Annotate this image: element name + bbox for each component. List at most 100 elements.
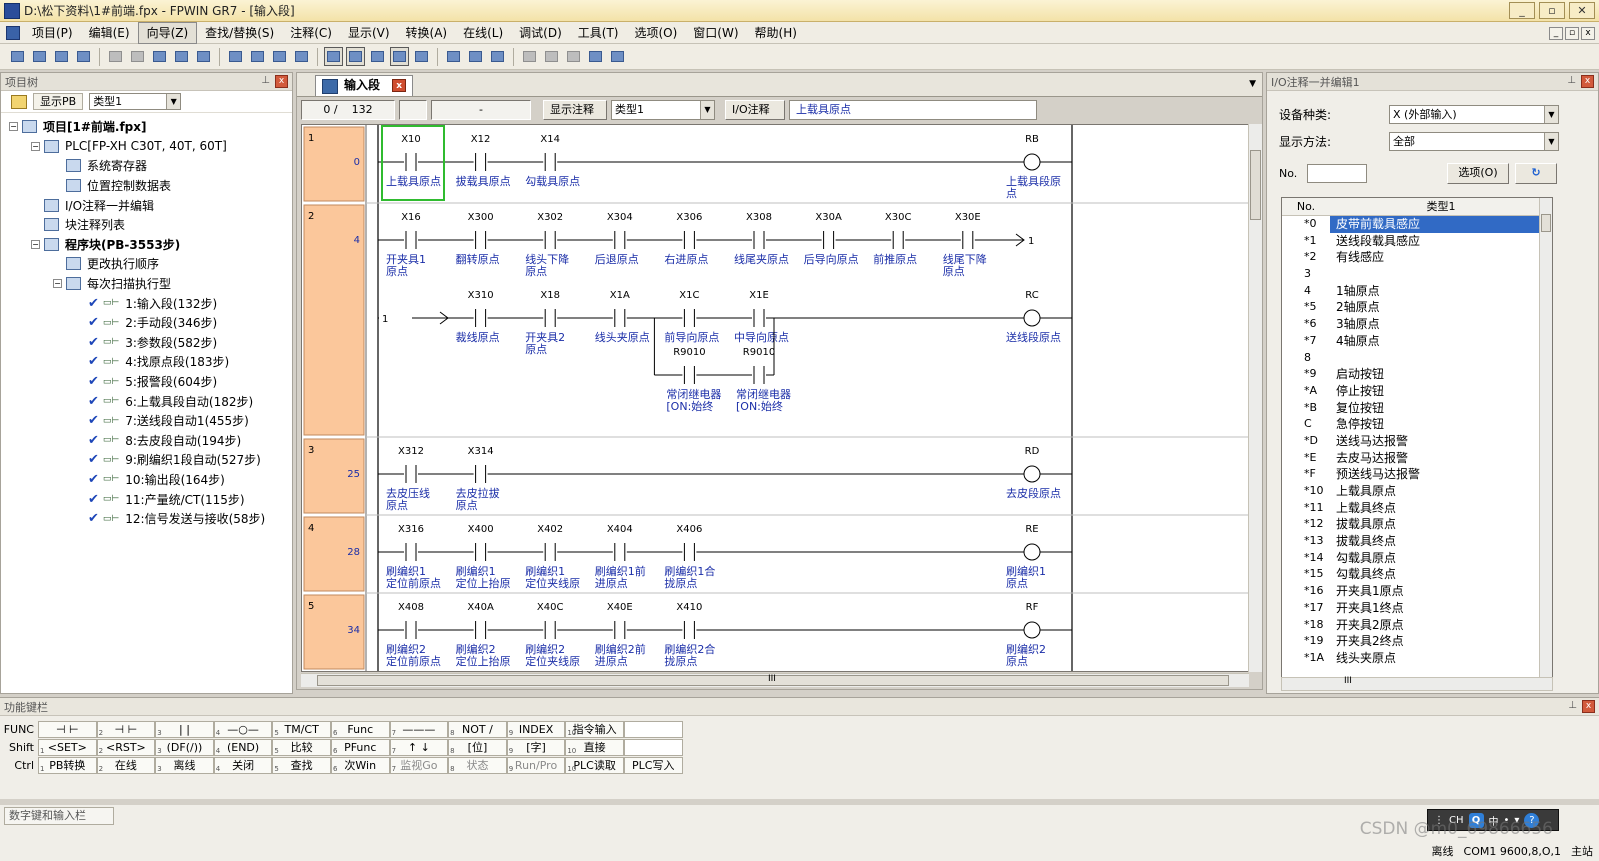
table-row[interactable]: *13 拔载具终点 (1282, 533, 1552, 550)
dropdown-icon[interactable] (608, 47, 627, 66)
refresh-icon[interactable]: ↻ (1515, 163, 1557, 184)
tab-list-icon[interactable]: ▼ (1249, 79, 1256, 89)
menu-item-4[interactable]: 注释(C) (282, 23, 340, 43)
menu-item-6[interactable]: 转换(A) (398, 23, 456, 43)
function-key[interactable]: 9 INDEX (506, 720, 566, 738)
device-select[interactable]: X (外部输入) ▼ (1389, 105, 1559, 124)
mdi-close-button[interactable]: x (1581, 27, 1595, 40)
function-key[interactable]: 4 —○— (213, 720, 273, 738)
pin-icon[interactable]: ⊥ (1567, 75, 1576, 86)
minimize-button[interactable]: _ (1509, 2, 1535, 19)
row-comment[interactable] (1330, 350, 1552, 367)
ladder-diagram[interactable]: 1 0 X10 上载具原点 X12 拔载具原点 X14 勾载具原点 RB 上载具段原点 2 4 X16 开… (301, 124, 1249, 672)
close-icon[interactable]: x (1581, 75, 1594, 88)
function-key[interactable]: 2 <RST> (96, 738, 156, 756)
function-key[interactable]: 8 [位] (448, 738, 507, 756)
function-key[interactable]: 2 在线 (96, 756, 156, 774)
row-comment[interactable]: 停止按钮 (1330, 383, 1552, 400)
table-row[interactable]: *9 启动按钮 (1282, 366, 1552, 383)
table-row[interactable]: *1A 线头夹原点 (1282, 650, 1552, 667)
tree-node[interactable]: ✔ ▭⊢ 1:输入段(132步) (1, 293, 292, 313)
numeric-input-bar[interactable]: 数字键和输入栏 (4, 807, 114, 825)
comment-icon[interactable] (586, 47, 605, 66)
table-row[interactable]: 3 (1282, 266, 1552, 283)
table-row[interactable]: *0 皮带前载具感应 (1282, 216, 1552, 233)
tree-node[interactable]: ✔ ▭⊢ 2:手动段(346步) (1, 313, 292, 333)
table-row[interactable]: *16 开夹具1原点 (1282, 583, 1552, 600)
tree-node[interactable]: I/O注释一并编辑 (1, 195, 292, 215)
tree-type-select[interactable]: 类型1 ▼ (89, 93, 182, 110)
show-comment-button[interactable]: 显示注释 (543, 100, 607, 120)
coil-symbol[interactable] (1023, 621, 1041, 639)
download-icon[interactable] (488, 47, 507, 66)
row-comment[interactable]: 去皮马达报警 (1330, 450, 1552, 467)
list-mode-icon[interactable] (346, 47, 365, 66)
tree-node[interactable]: − PLC[FP-XH C30T, 40T, 60T] (1, 137, 292, 157)
table-row[interactable]: *7 4轴原点 (1282, 333, 1552, 350)
table-row[interactable]: *14 勾载具原点 (1282, 550, 1552, 567)
paste-icon[interactable] (194, 47, 213, 66)
row-comment[interactable]: 拔载具原点 (1330, 516, 1552, 533)
menu-item-5[interactable]: 显示(V) (340, 23, 398, 43)
row-comment[interactable]: 勾载具终点 (1330, 566, 1552, 583)
menu-item-11[interactable]: 窗口(W) (685, 23, 746, 43)
function-key[interactable]: 4 关闭 (213, 756, 273, 774)
tab-input-section[interactable]: 输入段 x (315, 75, 414, 96)
coil-symbol[interactable] (1023, 543, 1041, 561)
col-no-header[interactable]: No. (1282, 198, 1330, 215)
redo-icon[interactable] (128, 47, 147, 66)
row-comment[interactable]: 3轴原点 (1330, 316, 1552, 333)
row-comment[interactable]: 急停按钮 (1330, 416, 1552, 433)
tree-node[interactable]: 系统寄存器 (1, 156, 292, 176)
tree-expander-icon[interactable]: − (31, 141, 40, 151)
function-key[interactable]: 6 PFunc (330, 738, 390, 756)
row-comment[interactable]: 拔载具终点 (1330, 533, 1552, 550)
table-row[interactable]: *10 上载具原点 (1282, 483, 1552, 500)
tree-node[interactable]: ✔ ▭⊢ 7:送线段自动1(455步) (1, 411, 292, 431)
function-key[interactable]: 8 状态 (448, 756, 507, 774)
menu-item-7[interactable]: 在线(L) (455, 23, 511, 43)
row-comment[interactable]: 上载具终点 (1330, 500, 1552, 517)
function-key[interactable]: 5 TM/CT (272, 720, 331, 738)
open-icon[interactable] (30, 47, 49, 66)
table-row[interactable]: 8 (1282, 350, 1552, 367)
upload-icon[interactable] (466, 47, 485, 66)
tree-expander-icon[interactable]: − (53, 279, 62, 289)
coil-symbol[interactable] (1023, 309, 1041, 327)
coil-symbol[interactable] (1023, 153, 1041, 171)
row-comment[interactable]: 送线段载具感应 (1330, 233, 1552, 250)
scroll-thumb[interactable] (1250, 150, 1261, 220)
scroll-thumb[interactable] (1541, 214, 1551, 232)
options-button[interactable]: 选项(O) (1447, 163, 1509, 184)
function-key[interactable]: 8 NOT / (448, 720, 507, 738)
function-key[interactable]: 10 直接 (565, 738, 624, 756)
row-comment[interactable]: 开夹具2原点 (1330, 617, 1552, 634)
table-row[interactable]: *A 停止按钮 (1282, 383, 1552, 400)
replace-icon[interactable] (270, 47, 289, 66)
table-row[interactable]: *19 开夹具2终点 (1282, 633, 1552, 650)
row-comment[interactable]: 复位按钮 (1330, 400, 1552, 417)
print-icon[interactable] (74, 47, 93, 66)
tree-node[interactable]: 块注释列表 (1, 215, 292, 235)
tree-node[interactable]: ✔ ▭⊢ 12:信号发送与接收(58步) (1, 509, 292, 529)
row-comment[interactable]: 皮带前载具感应 (1330, 216, 1552, 233)
display-select[interactable]: 全部 ▼ (1389, 132, 1559, 151)
table-row[interactable]: *12 拔载具原点 (1282, 516, 1552, 533)
function-key[interactable]: ⊣ ⊢ (38, 720, 97, 738)
vertical-scrollbar[interactable] (1248, 124, 1262, 672)
pin-icon[interactable]: ⊥ (261, 75, 270, 86)
menu-item-3[interactable]: 查找/替换(S) (197, 23, 282, 43)
tree-expander-icon[interactable]: − (9, 122, 18, 132)
function-key[interactable]: 6 次Win (330, 756, 390, 774)
row-comment[interactable]: 2轴原点 (1330, 299, 1552, 316)
menu-item-10[interactable]: 选项(O) (626, 23, 685, 43)
table-row[interactable]: *1 送线段载具感应 (1282, 233, 1552, 250)
menu-item-12[interactable]: 帮助(H) (747, 23, 805, 43)
transfer-icon[interactable] (444, 47, 463, 66)
status-icon[interactable] (520, 47, 539, 66)
tree-node[interactable]: − 程序块(PB-3553步) (1, 235, 292, 255)
mdi-restore-button[interactable]: ▫ (1565, 27, 1579, 40)
tree-node[interactable]: ✔ ▭⊢ 4:找原点段(183步) (1, 352, 292, 372)
boolean-icon[interactable] (368, 47, 387, 66)
table-hscrollbar[interactable]: III (1281, 676, 1553, 691)
